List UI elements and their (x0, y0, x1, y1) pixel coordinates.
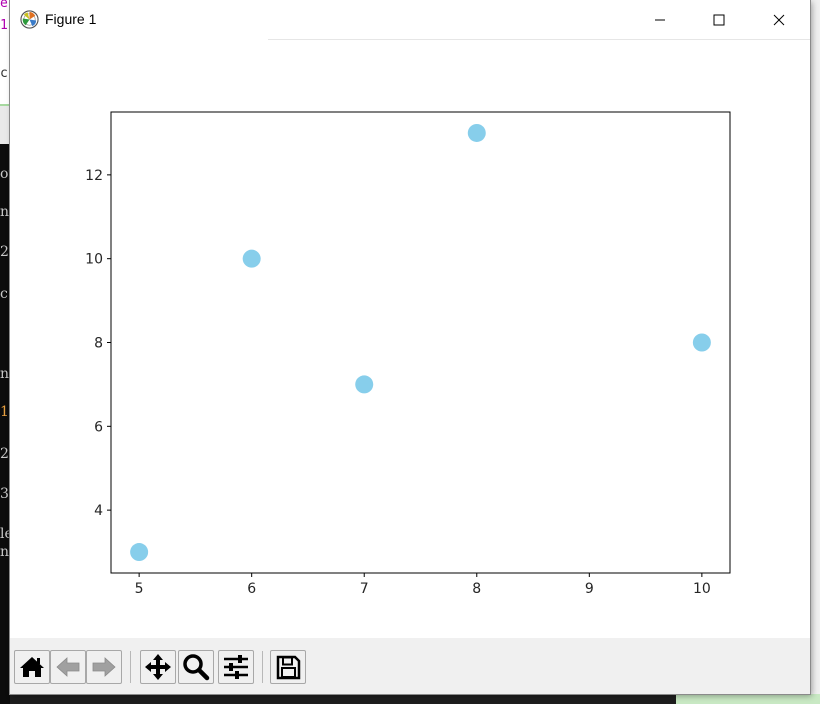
background-code-fragment: 1 (0, 18, 8, 33)
save-button[interactable] (270, 650, 306, 684)
x-tick-label: 7 (360, 581, 369, 597)
pan-button[interactable] (140, 650, 176, 684)
navigation-toolbar (10, 638, 810, 694)
x-tick-label: 9 (585, 581, 594, 597)
toolbar-separator (262, 651, 263, 683)
background-code-fragment: c (0, 66, 8, 81)
terminal-text-fragment: no (0, 366, 10, 382)
toolbar-separator (130, 651, 131, 683)
x-tick-label: 10 (693, 581, 711, 597)
x-tick-label: 5 (135, 581, 144, 597)
minimize-button[interactable] (637, 0, 683, 40)
terminal-text-fragment: 2 (0, 244, 9, 260)
maximize-icon (713, 14, 725, 26)
matplotlib-icon (20, 10, 39, 29)
terminal-text-fragment: ot (0, 166, 10, 182)
y-tick-label: 10 (85, 252, 103, 268)
minimize-icon (655, 19, 665, 21)
terminal-text-fragment: c (0, 286, 8, 302)
title-bar[interactable]: Figure 1 (10, 0, 810, 40)
save-disk-icon (276, 655, 301, 680)
terminal-text-fragment: 1 (0, 404, 9, 420)
x-tick-label: 6 (247, 581, 256, 597)
home-icon (20, 657, 44, 677)
terminal-text-fragment: nl (0, 204, 10, 220)
zoom-button[interactable] (178, 650, 214, 684)
terminal-text-fragment: 2, (0, 446, 10, 462)
background-terminal (0, 144, 10, 704)
y-tick-label: 12 (85, 168, 103, 184)
x-tick-label: 8 (472, 581, 481, 597)
data-point (355, 375, 374, 394)
home-button[interactable] (14, 650, 50, 684)
pan-move-icon (145, 654, 171, 680)
data-point (130, 543, 149, 562)
y-tick-label: 8 (94, 336, 103, 352)
forward-button[interactable] (86, 650, 122, 684)
figure-window[interactable]: Figure 1 5 6 7 8 9 10 4 6 8 10 12 (10, 0, 810, 694)
axes-frame (110, 111, 731, 574)
terminal-text-fragment: 3\ (0, 486, 10, 502)
data-point (692, 333, 711, 352)
terminal-text-fragment: le (0, 526, 10, 542)
y-tick-label: 4 (94, 503, 103, 519)
background-code-fragment: e (0, 0, 8, 11)
configure-subplots-button[interactable] (218, 650, 254, 684)
close-icon (773, 14, 785, 26)
back-button[interactable] (50, 650, 86, 684)
maximize-button[interactable] (696, 0, 742, 40)
close-button[interactable] (756, 0, 802, 40)
zoom-magnifier-icon (183, 654, 210, 681)
sliders-icon (224, 655, 248, 679)
plot-canvas[interactable]: 5 6 7 8 9 10 4 6 8 10 12 (10, 40, 810, 638)
forward-arrow-icon (92, 657, 116, 677)
data-point (242, 249, 261, 268)
terminal-text-fragment: na (0, 544, 10, 560)
background-tab-strip (0, 106, 10, 144)
data-point (467, 123, 486, 142)
background-right-edge (810, 0, 820, 704)
background-bottom-strip (676, 694, 820, 704)
y-tick-label: 6 (94, 419, 103, 435)
back-arrow-icon (56, 657, 80, 677)
window-title: Figure 1 (45, 11, 97, 27)
